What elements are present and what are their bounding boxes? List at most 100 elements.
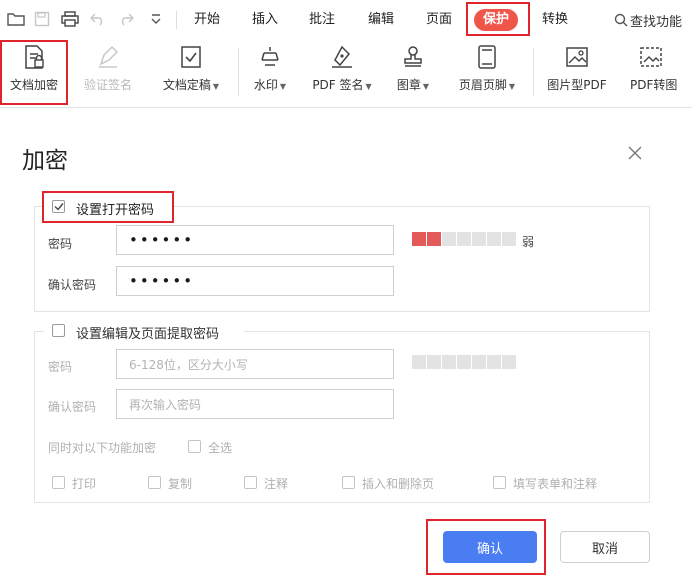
pdf-to-image-label: PDF转图 [630, 78, 678, 92]
document-lock-icon [21, 40, 47, 74]
checkmark-icon [54, 203, 64, 211]
fill-forms-label: 填写表单和注释 [513, 477, 598, 491]
edit-confirm-password-label: 确认密码 [48, 400, 97, 414]
comment-permission-label: 注释 [264, 477, 289, 491]
pdf-signature-button[interactable]: PDF 签名 ▼ [302, 40, 382, 102]
save-icon [32, 9, 52, 29]
strength-segment [457, 232, 471, 246]
menu-bar: 开始 插入 批注 编辑 页面 保护 转换 查找功能 [0, 0, 692, 38]
document-encrypt-button[interactable]: 文档加密 [2, 40, 66, 102]
strength-segment [412, 355, 426, 369]
chevron-down-icon: ▼ [212, 82, 220, 91]
edit-password-placeholder: 6-128位，区分大小写 [129, 357, 248, 372]
fill-forms-checkbox[interactable] [493, 476, 506, 489]
edit-confirm-password-placeholder: 再次输入密码 [129, 397, 202, 412]
print-icon[interactable] [60, 9, 80, 29]
search-label: 查找功能 [630, 14, 683, 30]
strength-segment [427, 232, 441, 246]
chevron-down-icon: ▼ [365, 82, 372, 91]
document-encrypt-label: 文档加密 [9, 78, 58, 92]
chevron-down-icon: ▼ [279, 82, 287, 91]
strength-segment [487, 355, 501, 369]
image-pdf-label: 图片型PDF [547, 78, 607, 92]
close-icon[interactable] [627, 145, 643, 161]
check-document-icon [178, 40, 204, 74]
edit-password-input[interactable]: 6-128位，区分大小写 [116, 349, 394, 379]
watermark-button[interactable]: 水印 ▼ [244, 40, 296, 102]
edit-password-checkbox[interactable] [52, 324, 65, 337]
comment-checkbox[interactable] [244, 476, 257, 489]
image-pdf-button[interactable]: 图片型PDF [538, 40, 616, 102]
copy-checkbox[interactable] [148, 476, 161, 489]
stamp-button[interactable]: 图章 ▼ [388, 40, 438, 102]
watermark-icon [257, 40, 283, 74]
pdf-to-image-button[interactable]: PDF转图 [626, 40, 692, 102]
menu-divider [176, 11, 177, 29]
confirm-password-label: 确认密码 [48, 278, 97, 292]
customize-dropdown-icon[interactable] [146, 9, 166, 29]
select-all-label: 全选 [208, 441, 233, 455]
watermark-label: 水印 [253, 78, 278, 92]
tab-comment[interactable]: 批注 [309, 9, 335, 31]
open-password-checkbox[interactable] [52, 200, 65, 213]
confirm-button[interactable]: 确认 [443, 531, 537, 563]
strength-segment [487, 232, 501, 246]
password-input[interactable]: •••••• [116, 225, 394, 255]
open-folder-icon[interactable] [6, 9, 26, 29]
strength-segment [442, 355, 456, 369]
password-strength-meter [412, 232, 516, 246]
image-pdf-icon [564, 40, 590, 74]
tab-protect[interactable]: 保护 [474, 9, 519, 31]
verify-signature-label: 验证签名 [83, 78, 132, 92]
print-checkbox[interactable] [52, 476, 65, 489]
open-password-checkbox-label: 设置打开密码 [76, 203, 155, 218]
insert-delete-pages-label: 插入和删除页 [362, 477, 435, 491]
strength-segment [502, 232, 516, 246]
header-footer-button[interactable]: 页眉页脚 ▼ [446, 40, 528, 102]
permissions-label: 同时对以下功能加密 [48, 441, 157, 455]
tab-home[interactable]: 开始 [194, 9, 220, 31]
redo-icon [116, 9, 136, 29]
tab-page[interactable]: 页面 [426, 9, 452, 31]
finalize-document-label: 文档定稿 [162, 78, 211, 92]
verify-signature-button: 验证签名 [75, 40, 141, 102]
pdf-signature-label: PDF 签名 [312, 78, 364, 92]
insert-delete-pages-checkbox[interactable] [342, 476, 355, 489]
header-footer-label: 页眉页脚 [458, 78, 507, 92]
tab-convert[interactable]: 转换 [542, 9, 568, 31]
tab-insert[interactable]: 插入 [252, 9, 278, 31]
stamp-label: 图章 [396, 78, 421, 92]
print-permission-label: 打印 [72, 477, 97, 491]
pen-signature-icon [95, 40, 121, 74]
strength-segment [472, 232, 486, 246]
ribbon-divider [238, 48, 239, 96]
strength-segment [442, 232, 456, 246]
edit-password-label: 密码 [48, 360, 73, 374]
pen-nib-icon [329, 40, 355, 74]
stamp-icon [400, 40, 426, 74]
strength-segment [472, 355, 486, 369]
select-all-checkbox[interactable] [188, 440, 201, 453]
password-strength-label: 弱 [522, 235, 535, 249]
edit-confirm-password-input[interactable]: 再次输入密码 [116, 389, 394, 419]
password-value: •••••• [129, 231, 195, 249]
tab-edit[interactable]: 编辑 [368, 9, 394, 31]
ribbon-divider [533, 48, 534, 96]
dialog-title: 加密 [22, 148, 68, 174]
chevron-down-icon: ▼ [508, 82, 516, 91]
pdf-to-image-icon [626, 40, 676, 74]
finalize-document-button[interactable]: 文档定稿 ▼ [150, 40, 232, 102]
header-footer-icon [474, 40, 500, 74]
strength-segment [502, 355, 516, 369]
cancel-button[interactable]: 取消 [560, 531, 650, 563]
copy-permission-label: 复制 [168, 477, 193, 491]
confirm-password-value: •••••• [129, 272, 195, 290]
chevron-down-icon: ▼ [422, 82, 430, 91]
edit-password-checkbox-label: 设置编辑及页面提取密码 [76, 327, 220, 342]
password-label: 密码 [48, 237, 73, 251]
strength-segment [427, 355, 441, 369]
search-box[interactable]: 查找功能 [614, 11, 692, 29]
confirm-password-input[interactable]: •••••• [116, 266, 394, 296]
undo-icon [88, 9, 108, 29]
strength-segment [412, 232, 426, 246]
